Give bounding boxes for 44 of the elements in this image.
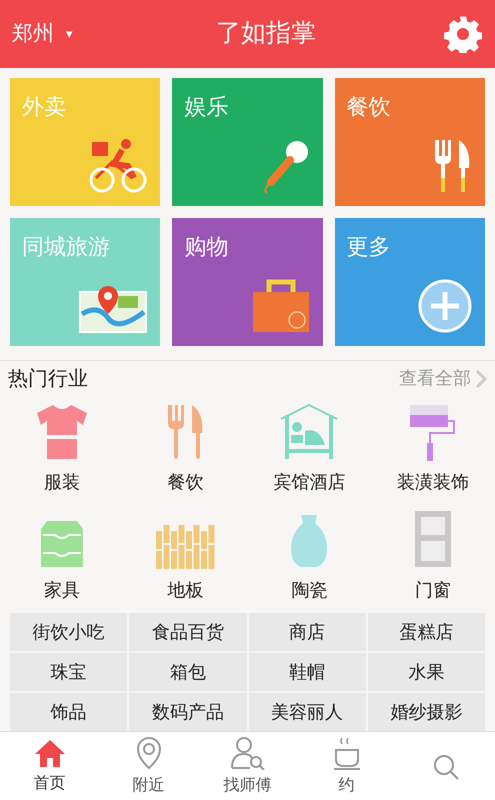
plus-icon <box>416 278 473 334</box>
category-link[interactable]: 数码产品 <box>129 693 246 731</box>
category-link[interactable]: 蛋糕店 <box>368 613 485 651</box>
category-link[interactable]: 食品百货 <box>129 613 246 651</box>
vase-icon <box>289 513 330 569</box>
industry-item[interactable]: 宾馆酒店 <box>248 396 372 502</box>
coffee-cup-icon <box>332 736 362 770</box>
industry-item[interactable]: 地板 <box>124 504 248 610</box>
cyclist-icon <box>88 138 148 194</box>
door-icon <box>413 509 454 569</box>
chevron-right-icon <box>475 368 487 388</box>
category-link[interactable]: 箱包 <box>129 653 246 691</box>
nav-tab[interactable]: 找师傅 <box>198 732 297 800</box>
person-search-icon <box>230 736 266 770</box>
nav-tab[interactable]: 附近 <box>99 732 198 800</box>
settings-icon <box>444 15 482 53</box>
app-title: 了如指掌 <box>216 18 316 50</box>
drawer-cabinet-icon <box>38 519 85 569</box>
industry-item[interactable]: 餐饮 <box>124 396 248 502</box>
hotel-bed-icon <box>279 403 340 461</box>
category-tile[interactable]: 购物 <box>172 218 323 346</box>
industry-item[interactable]: 装潢装饰 <box>371 396 495 502</box>
category-link[interactable]: 商店 <box>248 613 366 651</box>
category-link[interactable]: 水果 <box>368 653 485 691</box>
category-link[interactable]: 婚纱摄影 <box>368 693 485 731</box>
industry-item[interactable]: 家具 <box>0 504 124 610</box>
city-selector[interactable]: 郑州 ▾ <box>12 18 73 50</box>
category-link[interactable]: 街饮小吃 <box>10 613 128 651</box>
category-link[interactable]: 饰品 <box>10 693 128 731</box>
floor-planks-icon <box>156 525 216 569</box>
nav-tab[interactable]: 约 <box>297 732 396 800</box>
home-icon <box>32 738 66 768</box>
category-link[interactable]: 美容丽人 <box>248 693 366 731</box>
industry-item[interactable]: 陶瓷 <box>248 504 372 610</box>
dress-icon <box>34 403 89 461</box>
industry-item[interactable]: 服装 <box>0 396 124 502</box>
map-pin-icon <box>78 284 148 334</box>
nav-tab[interactable]: 首页 <box>0 732 99 800</box>
category-link[interactable]: 鞋帽 <box>248 653 366 691</box>
category-link[interactable]: 珠宝 <box>10 653 128 691</box>
section-title: 热门行业 <box>8 366 88 392</box>
settings-button[interactable] <box>443 14 483 54</box>
location-pin-icon <box>136 736 162 770</box>
industry-item[interactable]: 门窗 <box>371 504 495 610</box>
